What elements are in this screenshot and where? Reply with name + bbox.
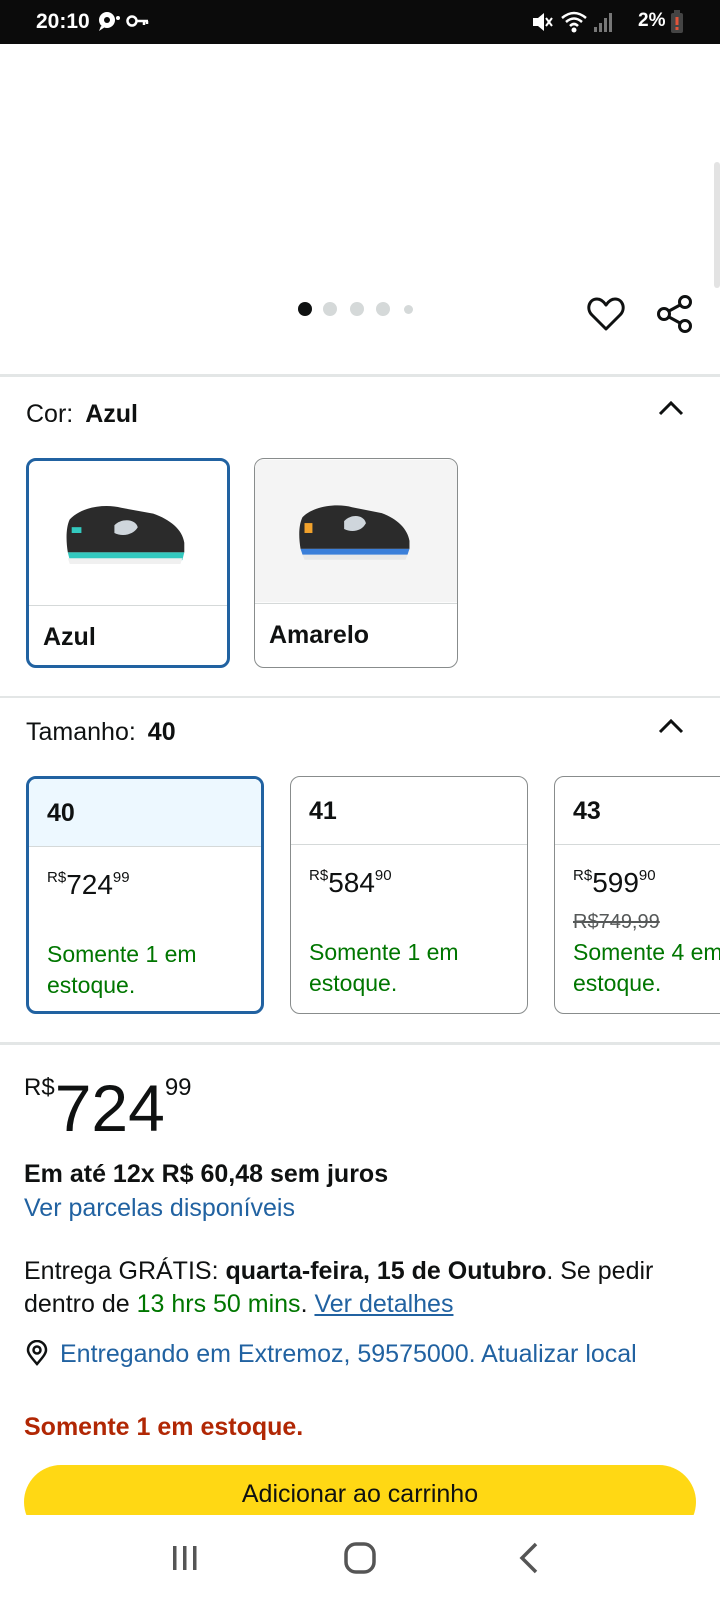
price-whole: 584	[328, 867, 375, 898]
delivery-location[interactable]: Entregando em Extremoz, 59575000. Atuali…	[24, 1340, 637, 1369]
card-separator	[255, 603, 457, 604]
size-option-value: 43	[573, 797, 601, 825]
price-whole: 724	[66, 869, 113, 900]
color-label: Cor: Azul	[26, 400, 138, 429]
color-option-amarelo[interactable]: Amarelo	[254, 458, 458, 668]
shoe-azul-image	[29, 463, 227, 603]
price-whole: 724	[54, 1071, 165, 1145]
chevron-up-icon[interactable]	[656, 398, 686, 418]
delivery-sep: .	[300, 1290, 315, 1318]
signal-icon	[594, 13, 612, 32]
status-time: 20:10	[36, 10, 90, 33]
installments-link[interactable]: Ver parcelas disponíveis	[24, 1194, 295, 1223]
size-label: Tamanho: 40	[26, 718, 176, 747]
pagination-dot	[404, 305, 413, 314]
product-price: R$72499	[24, 1070, 192, 1146]
size-option-price: R$72499	[47, 869, 130, 901]
key-icon	[126, 15, 149, 27]
mute-icon	[533, 13, 553, 31]
stock-line-1: Somente 4 em	[573, 939, 720, 965]
battery-icon	[671, 10, 683, 33]
stock-line-2: estoque.	[309, 970, 398, 996]
size-option-stock: Somente 1 em estoque.	[309, 937, 459, 999]
pagination-dot	[376, 302, 390, 316]
size-option-price: R$59990	[573, 867, 656, 899]
section-divider	[0, 1042, 720, 1045]
home-icon[interactable]	[330, 1536, 390, 1580]
card-separator	[29, 605, 227, 606]
size-selected-value: 40	[147, 718, 176, 746]
wifi-icon	[561, 11, 587, 33]
color-option-name: Amarelo	[269, 621, 370, 649]
price-cents: 90	[638, 867, 656, 884]
delivery-date: quarta-feira, 15 de Outubro	[225, 1257, 547, 1285]
size-option-value: 40	[47, 799, 75, 827]
delivery-countdown: 13 hrs 50 mins	[136, 1290, 301, 1318]
stock-line-1: Somente 1 em	[47, 941, 197, 967]
price-currency: R$	[309, 867, 329, 884]
stock-line-2: estoque.	[573, 970, 662, 996]
size-option-stock: Somente 1 em estoque.	[47, 939, 197, 1001]
location-text: Entregando em Extremoz, 59575000. Atuali…	[60, 1340, 637, 1368]
color-option-name: Azul	[43, 623, 96, 651]
pagination-dot	[323, 302, 337, 316]
section-divider	[0, 696, 720, 698]
location-pin-icon	[26, 1340, 48, 1366]
size-option-list-price: R$749,99	[573, 911, 660, 933]
size-option-value: 41	[309, 797, 337, 825]
stock-line-1: Somente 1 em	[309, 939, 459, 965]
size-option-stock: Somente 4 em estoque.	[573, 937, 720, 999]
delivery-prefix: Entrega GRÁTIS:	[24, 1257, 226, 1285]
pagination-dot	[350, 302, 364, 316]
price-whole: 599	[592, 867, 639, 898]
price-currency: R$	[573, 867, 593, 884]
delivery-info: Entrega GRÁTIS: quarta-feira, 15 de Outu…	[24, 1255, 704, 1321]
price-currency: R$	[47, 869, 67, 886]
stock-status: Somente 1 em estoque.	[24, 1413, 304, 1441]
size-option-40[interactable]: 40 R$72499 Somente 1 em estoque.	[26, 776, 264, 1014]
size-option-header: 43	[555, 777, 720, 845]
shoe-amarelo-image	[255, 459, 457, 603]
status-bar: 20:10 2%	[0, 0, 720, 44]
size-option-43[interactable]: 43 R$59990 R$749,99 Somente 4 em estoque…	[554, 776, 720, 1014]
share-icon[interactable]	[655, 294, 695, 334]
price-cents: 99	[164, 1074, 192, 1101]
color-selected-value: Azul	[85, 400, 139, 428]
scrollbar	[714, 162, 720, 288]
size-option-price: R$58490	[309, 867, 392, 899]
size-label-text: Tamanho:	[26, 718, 136, 746]
back-icon[interactable]	[500, 1536, 560, 1580]
color-label-text: Cor:	[26, 400, 74, 428]
chevron-up-icon[interactable]	[656, 716, 686, 736]
section-divider	[0, 374, 720, 377]
installments-text: Em até 12x R$ 60,48 sem juros	[24, 1160, 389, 1188]
details-link[interactable]: Ver detalhes	[314, 1290, 453, 1318]
price-cents: 99	[112, 869, 130, 886]
pagination-dot-active	[298, 302, 312, 316]
size-option-header: 40	[29, 779, 261, 847]
recent-apps-icon[interactable]	[155, 1536, 215, 1580]
color-option-azul[interactable]: Azul	[26, 458, 230, 668]
chat-notification-icon	[99, 12, 120, 31]
heart-icon[interactable]	[587, 296, 625, 332]
stock-line-2: estoque.	[47, 972, 136, 998]
size-option-header: 41	[291, 777, 527, 845]
battery-percentage: 2%	[638, 10, 666, 31]
size-option-41[interactable]: 41 R$58490 Somente 1 em estoque.	[290, 776, 528, 1014]
price-currency: R$	[24, 1074, 55, 1101]
price-cents: 90	[374, 867, 392, 884]
